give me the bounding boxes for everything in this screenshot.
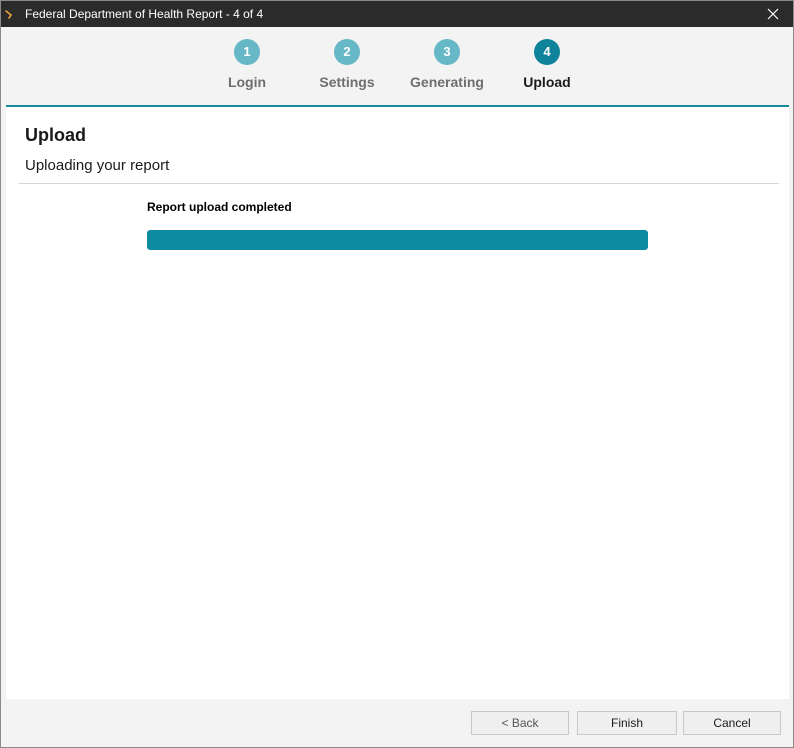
header-divider: [19, 183, 779, 184]
close-icon: [767, 8, 779, 20]
wizard-steps: 1 Login 2 Settings 3 Generating 4 Upload: [1, 27, 793, 105]
step-upload: 4 Upload: [497, 39, 597, 90]
close-button[interactable]: [753, 1, 793, 27]
step-number-badge: 2: [334, 39, 360, 65]
step-label: Login: [227, 74, 267, 90]
back-button[interactable]: < Back: [471, 711, 569, 735]
upload-status-text: Report upload completed: [147, 200, 292, 214]
step-login: 1 Login: [197, 39, 297, 90]
wizard-window: Federal Department of Health Report - 4 …: [0, 0, 794, 748]
title-bar[interactable]: Federal Department of Health Report - 4 …: [1, 1, 793, 27]
finish-button[interactable]: Finish: [577, 711, 677, 735]
step-number-badge: 4: [534, 39, 560, 65]
page-title: Upload: [25, 125, 86, 145]
step-number-badge: 1: [234, 39, 260, 65]
step-number-badge: 3: [434, 39, 460, 65]
step-label: Settings: [319, 74, 375, 90]
cancel-button[interactable]: Cancel: [683, 711, 781, 735]
app-logo-icon: [5, 10, 13, 19]
step-label: Generating: [410, 74, 484, 90]
step-label: Upload: [523, 74, 571, 90]
step-settings: 2 Settings: [297, 39, 397, 90]
page-subtitle: Uploading your report: [25, 157, 170, 174]
upload-progress-bar: [147, 230, 648, 250]
window-title: Federal Department of Health Report - 4 …: [25, 7, 264, 21]
footer-bar: < Back Finish Cancel: [1, 699, 793, 747]
step-generating: 3 Generating: [397, 39, 497, 90]
upload-panel: Upload Uploading your report Report uplo…: [6, 107, 789, 699]
progress-fill: [147, 230, 648, 250]
